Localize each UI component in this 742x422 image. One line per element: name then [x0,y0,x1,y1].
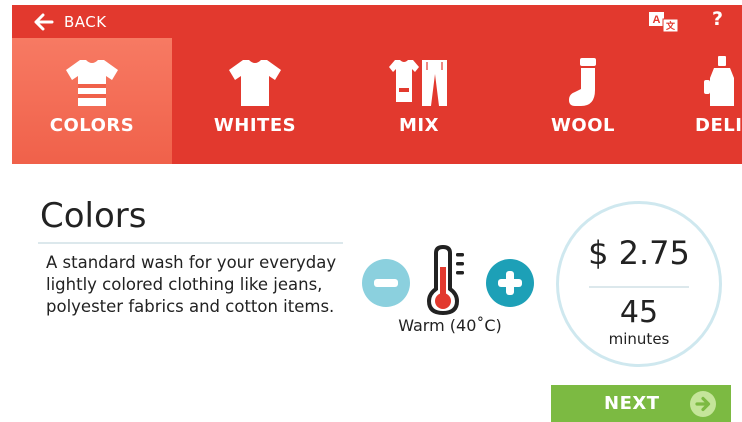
arrow-left-icon [34,13,54,30]
arrow-right-circle-icon [690,391,716,417]
tab-whites[interactable]: WHITES [175,38,335,164]
duration-value: 45 [619,295,659,330]
title-divider [38,242,343,244]
sock-icon [569,58,596,106]
tab-label: WOOL [551,115,615,136]
tab-label: WHITES [213,115,297,136]
price-duration-summary: $ 2.75 45 minutes [556,201,722,367]
next-label: NEXT [604,393,660,414]
thermometer-icon [426,245,464,315]
minus-icon [374,279,398,287]
duration-unit: minutes [608,330,670,348]
program-tabs: COLORS WHITES MIX WOOL DELIC [12,38,742,164]
tab-mix[interactable]: MIX [339,38,499,164]
tshirt-icon [229,60,281,106]
help-button[interactable]: ? [712,8,723,30]
back-button[interactable]: BACK [34,5,107,38]
colored-tshirt-icon [66,60,118,106]
translate-icon[interactable]: A 文 [648,11,680,33]
back-label: BACK [64,12,107,31]
decrease-temperature-button[interactable] [362,259,410,307]
increase-temperature-button[interactable] [486,259,534,307]
plus-icon [498,271,522,295]
shirt-and-pants-icon [389,60,447,106]
top-bar: BACK A 文 ? [12,5,742,38]
temperature-control: Warm (40˚C) [362,242,538,337]
bottle-icon [704,56,734,106]
svg-text:文: 文 [665,20,676,31]
svg-text:A: A [653,14,661,26]
temperature-label: Warm (40˚C) [398,316,502,335]
tab-label: MIX [399,115,439,136]
tab-delicates[interactable]: DELIC [667,38,742,164]
tab-wool[interactable]: WOOL [503,38,663,164]
price-value: $ 2.75 [588,234,690,272]
tab-label: COLORS [49,115,135,136]
program-title: Colors [40,196,147,236]
next-button[interactable]: NEXT [551,385,731,422]
price-divider [589,286,689,288]
tab-label: DELIC [695,115,742,136]
program-description: A standard wash for your everyday lightl… [46,253,337,316]
tab-colors[interactable]: COLORS [12,38,172,164]
